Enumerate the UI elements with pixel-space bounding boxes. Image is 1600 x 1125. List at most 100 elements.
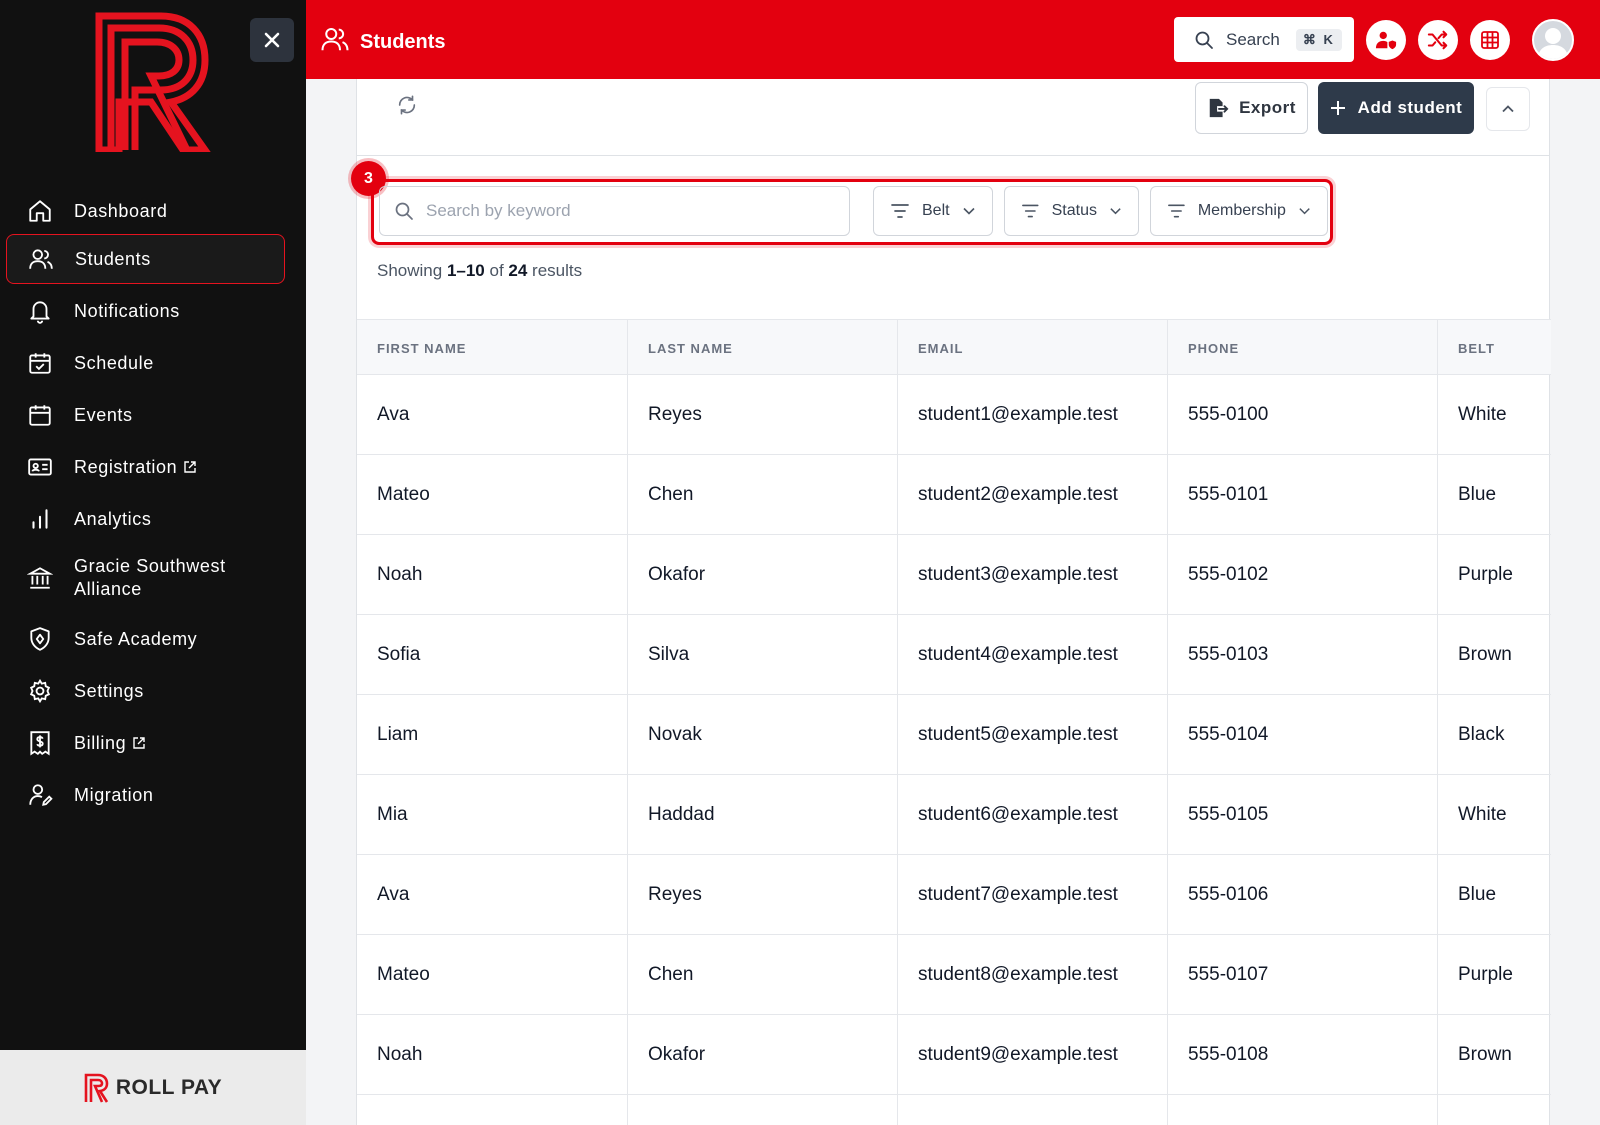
cell-last-name: Chen — [628, 935, 898, 1015]
column-header-first-name[interactable]: FIRST NAME — [357, 320, 628, 376]
sidebar-item-label: Schedule — [74, 352, 154, 373]
id-card-icon — [26, 453, 54, 481]
table-row[interactable] — [357, 1095, 1551, 1125]
table-row[interactable]: Mia Haddad student6@example.test 555-0105 Wh… — [357, 775, 1551, 855]
avatar[interactable] — [1532, 19, 1574, 61]
table-row[interactable]: Ava Reyes student7@example.test 555-0106 Blu… — [357, 855, 1551, 935]
sidebar-item-migration[interactable]: Migration — [6, 770, 285, 820]
grid-apps-button[interactable] — [1470, 20, 1510, 60]
search-icon — [1194, 30, 1214, 50]
roll-pay-brand: ROLL PAY — [115, 1075, 223, 1099]
cell-first-name — [357, 1095, 628, 1125]
cell-email: student2@example.test — [898, 455, 1168, 535]
cell-belt: Black — [1458, 724, 1505, 745]
chevron-up-icon — [1502, 105, 1514, 113]
search-shortcut: ⌘ K — [1295, 28, 1342, 51]
calendar-icon — [26, 401, 54, 429]
cell-email: student8@example.test — [898, 935, 1168, 1015]
table-row[interactable]: Ava Reyes student1@example.test 555-0100 Whi… — [357, 375, 1551, 455]
cell-phone: 555-0105 — [1168, 775, 1438, 855]
filter-icon — [891, 204, 909, 218]
search-icon — [395, 202, 413, 220]
sidebar-item-label: Registration — [74, 456, 178, 477]
cell-email: student5@example.test — [898, 695, 1168, 775]
gear-icon — [26, 677, 54, 705]
table-row[interactable]: Noah Okafor student9@example.test 555-0108 B… — [357, 1015, 1551, 1095]
cell-first-name: Mateo — [357, 935, 628, 1015]
keyword-search-input[interactable]: Search by keyword — [379, 186, 850, 236]
cell-email — [898, 1095, 1168, 1125]
belt-filter-dropdown[interactable]: Belt — [873, 186, 993, 236]
cell-first-name: Mia — [357, 775, 628, 855]
sidebar-item-schedule[interactable]: Schedule — [6, 338, 285, 388]
top-bar: Students Search ⌘ K — [306, 0, 1600, 79]
sidebar-item-settings[interactable]: Settings — [6, 666, 285, 716]
page-title-text: Students — [360, 30, 446, 53]
close-icon — [264, 32, 280, 48]
column-header-last-name[interactable]: LAST NAME — [628, 320, 898, 376]
sidebar-item-label: Notifications — [74, 300, 180, 321]
cell-last-name: Novak — [628, 695, 898, 775]
cell-belt: Brown — [1458, 644, 1512, 665]
filter-icon — [1022, 204, 1039, 218]
sidebar-item-analytics[interactable]: Analytics — [6, 494, 285, 544]
sidebar-item-registration[interactable]: Registration — [6, 442, 285, 492]
table-row[interactable]: Mateo Chen student2@example.test 555-0101 Bl… — [357, 455, 1551, 535]
cell-phone: 555-0106 — [1168, 855, 1438, 935]
table-row[interactable]: Sofia Silva student4@example.test 555-0103 B… — [357, 615, 1551, 695]
shuffle-button[interactable] — [1418, 20, 1458, 60]
close-sidebar-button[interactable] — [250, 18, 294, 62]
user-edit-icon — [26, 781, 54, 809]
sidebar-item-dashboard[interactable]: Dashboard — [6, 186, 285, 236]
column-header-phone[interactable]: PHONE — [1168, 320, 1438, 376]
sidebar-item-students[interactable]: Students — [6, 234, 285, 284]
export-label: Export — [1239, 98, 1296, 117]
shuffle-icon — [1427, 30, 1448, 50]
table-row[interactable]: Noah Okafor student3@example.test 555-0102 P… — [357, 535, 1551, 615]
sidebar-item-billing[interactable]: Billing — [6, 718, 285, 768]
cell-last-name: Silva — [628, 615, 898, 695]
collapse-button[interactable] — [1486, 87, 1530, 131]
sidebar-item-notifications[interactable]: Notifications — [6, 286, 285, 336]
cell-belt: Blue — [1458, 484, 1497, 505]
table-row[interactable]: Liam Novak student5@example.test 555-0104 Bl… — [357, 695, 1551, 775]
chevron-down-icon — [963, 207, 975, 215]
cell-belt — [1438, 1095, 1551, 1125]
search-label: Search — [1226, 29, 1280, 49]
user-lock-button[interactable] — [1366, 20, 1406, 60]
calendar-check-icon — [26, 349, 54, 377]
add-student-button[interactable]: Add student — [1318, 82, 1474, 134]
membership-filter-label: Membership — [1197, 202, 1286, 219]
cell-first-name: Ava — [357, 855, 628, 935]
column-header-email[interactable]: EMAIL — [898, 320, 1168, 376]
invoice-icon — [26, 729, 54, 757]
filter-icon — [1168, 204, 1185, 218]
cell-last-name: Chen — [628, 455, 898, 535]
sidebar-item-events[interactable]: Events — [6, 390, 285, 440]
export-button[interactable]: Export — [1195, 82, 1308, 134]
grid-icon — [1481, 31, 1499, 49]
roll-pay-footer[interactable]: ROLL PAY — [0, 1050, 306, 1125]
sidebar-item-label: Gracie Southwest Alliance — [74, 556, 226, 599]
card-toolbar: Export Add student — [357, 79, 1549, 156]
column-header-belt[interactable]: BELT — [1438, 320, 1551, 376]
global-search-button[interactable]: Search ⌘ K — [1174, 17, 1354, 62]
sidebar-item-safe-academy[interactable]: Safe Academy — [6, 614, 285, 664]
membership-filter-dropdown[interactable]: Membership — [1150, 186, 1328, 236]
status-filter-dropdown[interactable]: Status — [1004, 186, 1139, 236]
cell-belt: Purple — [1458, 964, 1513, 985]
cell-last-name: Reyes — [628, 375, 898, 455]
bar-chart-icon — [26, 505, 54, 533]
chevron-down-icon — [1299, 208, 1310, 215]
cell-phone: 555-0102 — [1168, 535, 1438, 615]
status-filter-label: Status — [1051, 202, 1097, 219]
refresh-button[interactable] — [393, 91, 421, 119]
sidebar-item-gracie-southwest-alliance[interactable]: Gracie Southwest Alliance — [6, 550, 285, 606]
cell-last-name: Reyes — [628, 855, 898, 935]
table-header: FIRST NAME LAST NAME EMAIL PHONE BELT — [357, 319, 1551, 376]
table-row[interactable]: Mateo Chen student8@example.test 555-0107 Pu… — [357, 935, 1551, 1015]
user-shield-icon — [1375, 31, 1397, 50]
cell-email: student1@example.test — [898, 375, 1168, 455]
sidebar-item-label: Dashboard — [74, 200, 168, 221]
cell-last-name: Okafor — [628, 535, 898, 615]
